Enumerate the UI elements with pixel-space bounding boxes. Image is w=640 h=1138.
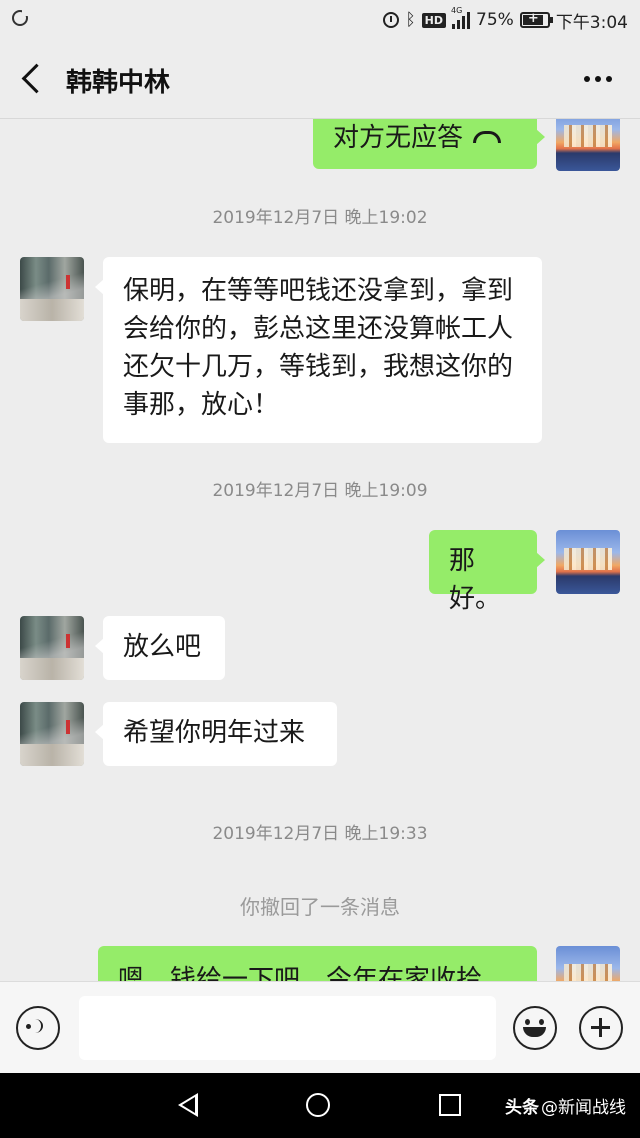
- avatar[interactable]: [20, 257, 84, 321]
- input-bar: [0, 981, 640, 1074]
- timestamp: 2019年12月7日 晚上19:33: [212, 824, 428, 844]
- message-list[interactable]: 对方无应答 2019年12月7日 晚上19:02 保明，在等等吧钱还没拿到，拿到…: [0, 119, 640, 981]
- message-text: 那好。: [449, 546, 502, 614]
- status-bar: ᛒ HD 4G 75% + 下午3:04: [0, 0, 640, 40]
- message-text: 保明，在等等吧钱还没拿到，拿到会给你的，彭总这里还没算帐工人还欠十几万，等钱到，…: [123, 276, 514, 420]
- message-bubble-outgoing[interactable]: 对方无应答: [313, 119, 545, 169]
- chevron-left-icon[interactable]: [18, 62, 48, 96]
- message-bubble-outgoing[interactable]: 嗯，钱给一下吧，今年在家收拾: [98, 946, 537, 981]
- recall-notice: 你撤回了一条消息: [240, 895, 400, 919]
- alarm-icon: [383, 12, 400, 28]
- hangup-icon: [473, 130, 502, 143]
- avatar[interactable]: [20, 616, 84, 680]
- bluetooth-icon: ᛒ: [405, 10, 416, 30]
- message-text: 放么吧: [123, 632, 202, 662]
- plus-icon[interactable]: [579, 1006, 623, 1050]
- message-bubble-incoming[interactable]: 放么吧: [95, 616, 225, 680]
- message-bubble-incoming[interactable]: 希望你明年过来: [95, 702, 337, 766]
- status-time: 下午3:04: [555, 12, 628, 33]
- message-text: 希望你明年过来: [123, 718, 306, 748]
- nav-back-icon[interactable]: [178, 1093, 198, 1117]
- signal-icon: 4G: [451, 6, 471, 29]
- chat-header: 韩韩中林: [0, 40, 640, 119]
- sync-icon: [12, 9, 29, 26]
- watermark: 头条 @新闻战线: [505, 1093, 626, 1118]
- message-bubble-outgoing[interactable]: 那好。: [429, 530, 545, 614]
- page-title: 韩韩中林: [66, 68, 171, 98]
- hd-icon: HD: [421, 12, 447, 28]
- status-icons: ᛒ HD 4G 75% + 下午3:04: [383, 6, 628, 34]
- nav-home-icon[interactable]: [306, 1093, 330, 1117]
- emoji-icon[interactable]: [513, 1006, 557, 1050]
- watermark-brand: 头条: [505, 1098, 539, 1118]
- avatar[interactable]: [556, 946, 620, 981]
- nav-recents-icon[interactable]: [439, 1094, 461, 1116]
- battery-percent: 75%: [476, 10, 514, 30]
- message-text: 嗯，钱给一下吧，今年在家收拾: [118, 965, 483, 981]
- more-dots-icon[interactable]: [584, 76, 612, 82]
- watermark-handle: @新闻战线: [541, 1098, 626, 1118]
- avatar[interactable]: [556, 119, 620, 171]
- system-nav-bar: 头条 @新闻战线: [0, 1073, 640, 1138]
- avatar[interactable]: [20, 702, 84, 766]
- voice-icon[interactable]: [16, 1006, 60, 1050]
- message-input[interactable]: [79, 996, 496, 1060]
- network-type-label: 4G: [451, 6, 463, 15]
- timestamp: 2019年12月7日 晚上19:09: [212, 481, 428, 501]
- avatar[interactable]: [556, 530, 620, 594]
- timestamp: 2019年12月7日 晚上19:02: [212, 208, 428, 228]
- message-text: 对方无应答: [333, 123, 464, 153]
- message-bubble-incoming[interactable]: 保明，在等等吧钱还没拿到，拿到会给你的，彭总这里还没算帐工人还欠十几万，等钱到，…: [95, 257, 542, 443]
- battery-icon: +: [519, 11, 553, 28]
